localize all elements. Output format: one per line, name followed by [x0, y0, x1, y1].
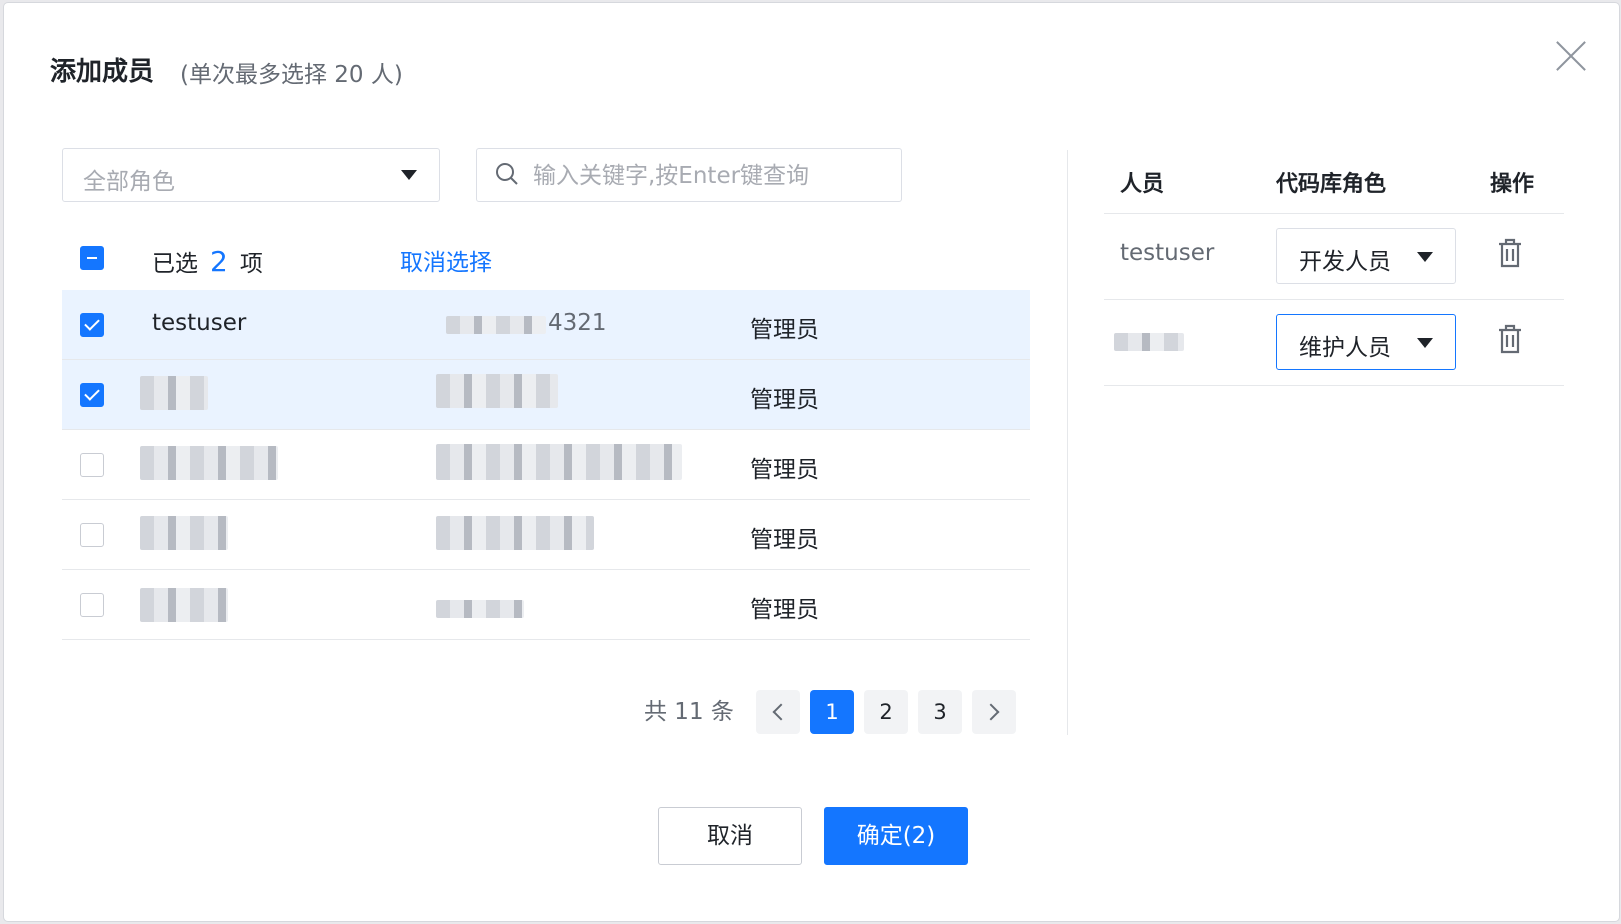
repo-role-select[interactable]: 维护人员	[1276, 314, 1456, 370]
redacted-user	[1114, 333, 1184, 351]
redacted-account	[436, 444, 682, 480]
confirm-button[interactable]: 确定(2)	[824, 807, 968, 865]
close-icon[interactable]	[1554, 39, 1588, 73]
clear-selection-link[interactable]: 取消选择	[400, 243, 492, 277]
table-row[interactable]: 管理员	[62, 430, 1030, 500]
repo-role-select[interactable]: 开发人员	[1276, 228, 1456, 284]
pagination-total: 共 11 条	[644, 699, 734, 725]
role-filter-select[interactable]: 全部角色	[62, 148, 440, 202]
row-checkbox[interactable]	[80, 593, 104, 617]
page-1-button[interactable]: 1	[810, 690, 854, 734]
chevron-down-icon	[1417, 252, 1433, 262]
dialog-title: 添加成员	[50, 57, 155, 87]
dialog-subtitle: (单次最多选择 20 人)	[180, 62, 403, 88]
table-row[interactable]: 管理员	[62, 360, 1030, 430]
redacted-name	[140, 376, 208, 410]
selected-user-name: testuser	[1120, 240, 1215, 266]
selection-bar: 已选 2 项 取消选择	[62, 230, 1030, 290]
row-checkbox[interactable]	[80, 383, 104, 407]
next-page-button[interactable]	[972, 690, 1016, 734]
header-repo-role: 代码库角色	[1276, 172, 1387, 197]
repo-role-value: 维护人员	[1299, 335, 1391, 361]
cancel-button[interactable]: 取消	[658, 807, 802, 865]
row-divider	[1104, 385, 1564, 386]
row-role: 管理员	[750, 457, 819, 483]
table-row[interactable]: testuser 4321 管理员	[62, 290, 1030, 360]
redacted-account	[436, 374, 558, 408]
selection-count: 2	[210, 245, 228, 278]
redacted-account	[436, 600, 524, 618]
redacted-account	[446, 316, 546, 334]
redacted-name	[140, 446, 278, 480]
chevron-right-icon	[982, 703, 1000, 721]
header-user: 人员	[1120, 172, 1165, 197]
role-filter-placeholder: 全部角色	[83, 169, 175, 195]
repo-role-value: 开发人员	[1299, 249, 1391, 275]
header-divider	[1104, 213, 1564, 214]
trash-icon[interactable]	[1497, 238, 1523, 268]
row-checkbox[interactable]	[80, 313, 104, 337]
redacted-name	[140, 516, 228, 550]
selection-prefix: 已选	[152, 251, 198, 277]
row-role: 管理员	[750, 387, 819, 413]
search-icon	[496, 163, 518, 185]
table-row[interactable]: 管理员	[62, 570, 1030, 640]
row-checkbox[interactable]	[80, 523, 104, 547]
header-action: 操作	[1490, 172, 1535, 197]
select-all-checkbox[interactable]	[80, 246, 104, 270]
row-account: 4321	[548, 310, 607, 336]
row-role: 管理员	[750, 527, 819, 553]
row-divider	[1104, 299, 1564, 300]
redacted-account	[436, 516, 594, 550]
table-row[interactable]: 管理员	[62, 500, 1030, 570]
chevron-down-icon	[1417, 338, 1433, 348]
search-box[interactable]	[476, 148, 902, 202]
row-name: testuser	[152, 310, 247, 336]
chevron-left-icon	[772, 703, 790, 721]
row-checkbox[interactable]	[80, 453, 104, 477]
row-role: 管理员	[750, 597, 819, 623]
page-3-button[interactable]: 3	[918, 690, 962, 734]
chevron-down-icon	[401, 170, 417, 180]
prev-page-button[interactable]	[756, 690, 800, 734]
search-input[interactable]	[531, 159, 885, 193]
page-2-button[interactable]: 2	[864, 690, 908, 734]
trash-icon[interactable]	[1497, 324, 1523, 354]
selection-suffix: 项	[239, 251, 263, 277]
selection-summary: 已选 2 项	[152, 244, 263, 278]
panel-divider	[1067, 150, 1068, 735]
row-role: 管理员	[750, 317, 819, 343]
redacted-name	[140, 588, 228, 622]
